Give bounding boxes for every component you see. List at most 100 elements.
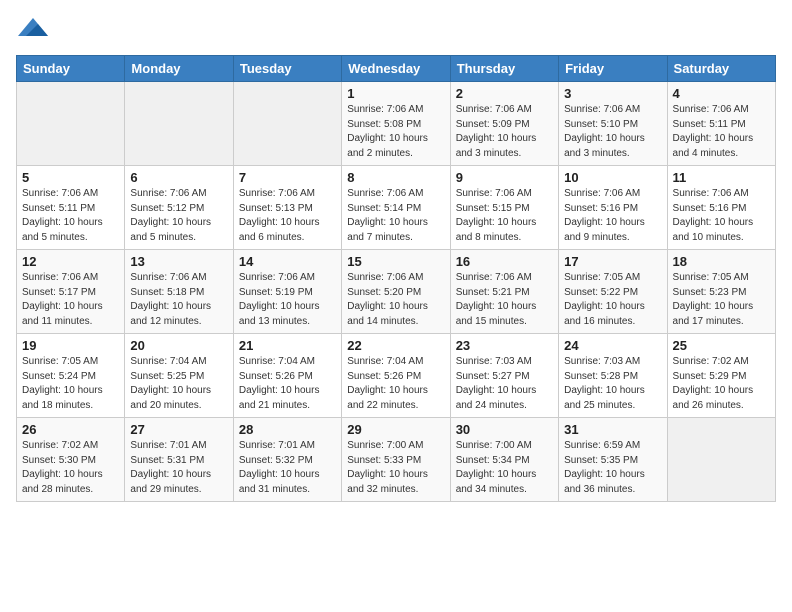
day-info: Sunrise: 7:06 AMSunset: 5:10 PMDaylight:… (564, 103, 661, 161)
day-info: Sunrise: 7:06 AMSunset: 5:18 PMDaylight:… (130, 271, 227, 329)
day-number: 3 (564, 86, 661, 101)
calendar-week-row: 19 Sunrise: 7:05 AMSunset: 5:24 PMDayligh… (17, 334, 776, 418)
weekday-header-sunday: Sunday (17, 56, 125, 82)
day-number: 27 (130, 422, 227, 437)
calendar-cell: 25 Sunrise: 7:02 AMSunset: 5:29 PMDayligh… (667, 334, 775, 418)
weekday-header-saturday: Saturday (667, 56, 775, 82)
weekday-header-friday: Friday (559, 56, 667, 82)
day-info: Sunrise: 7:06 AMSunset: 5:16 PMDaylight:… (564, 187, 661, 245)
day-number: 20 (130, 338, 227, 353)
day-number: 26 (22, 422, 119, 437)
calendar-cell: 23 Sunrise: 7:03 AMSunset: 5:27 PMDayligh… (450, 334, 558, 418)
calendar-week-row: 12 Sunrise: 7:06 AMSunset: 5:17 PMDayligh… (17, 250, 776, 334)
calendar-cell: 14Sunrise: 7:06 AMSunset: 5:19 PMDayligh… (233, 250, 341, 334)
day-info: Sunrise: 7:00 AMSunset: 5:33 PMDaylight:… (347, 439, 444, 497)
day-number: 16 (456, 254, 553, 269)
day-info: Sunrise: 7:00 AMSunset: 5:34 PMDaylight:… (456, 439, 553, 497)
calendar-cell: 27 Sunrise: 7:01 AMSunset: 5:31 PMDayligh… (125, 418, 233, 502)
day-info: Sunrise: 7:06 AMSunset: 5:12 PMDaylight:… (130, 187, 227, 245)
calendar-cell: 8 Sunrise: 7:06 AMSunset: 5:14 PMDaylight… (342, 166, 450, 250)
calendar-cell: 11 Sunrise: 7:06 AMSunset: 5:16 PMDayligh… (667, 166, 775, 250)
day-number: 7 (239, 170, 336, 185)
day-number: 4 (673, 86, 770, 101)
day-info: Sunrise: 7:05 AMSunset: 5:24 PMDaylight:… (22, 355, 119, 413)
day-info: Sunrise: 7:06 AMSunset: 5:11 PMDaylight:… (22, 187, 119, 245)
day-info: Sunrise: 7:02 AMSunset: 5:30 PMDaylight:… (22, 439, 119, 497)
calendar-cell: 5 Sunrise: 7:06 AMSunset: 5:11 PMDaylight… (17, 166, 125, 250)
day-number: 30 (456, 422, 553, 437)
weekday-header-tuesday: Tuesday (233, 56, 341, 82)
calendar-cell: 31 Sunrise: 6:59 AMSunset: 5:35 PMDayligh… (559, 418, 667, 502)
calendar-cell (125, 82, 233, 166)
weekday-header-wednesday: Wednesday (342, 56, 450, 82)
day-number: 13 (130, 254, 227, 269)
day-number: 5 (22, 170, 119, 185)
calendar-cell: 13 Sunrise: 7:06 AMSunset: 5:18 PMDayligh… (125, 250, 233, 334)
calendar-cell: 7Sunrise: 7:06 AMSunset: 5:13 PMDaylight… (233, 166, 341, 250)
logo-icon (18, 16, 48, 40)
calendar-cell: 3 Sunrise: 7:06 AMSunset: 5:10 PMDaylight… (559, 82, 667, 166)
day-info: Sunrise: 7:06 AMSunset: 5:14 PMDaylight:… (347, 187, 444, 245)
calendar-cell: 22 Sunrise: 7:04 AMSunset: 5:26 PMDayligh… (342, 334, 450, 418)
day-info: Sunrise: 7:06 AMSunset: 5:17 PMDaylight:… (22, 271, 119, 329)
day-info: Sunrise: 7:04 AMSunset: 5:25 PMDaylight:… (130, 355, 227, 413)
calendar-cell (667, 418, 775, 502)
day-info: Sunrise: 7:05 AMSunset: 5:23 PMDaylight:… (673, 271, 770, 329)
day-info: Sunrise: 6:59 AMSunset: 5:35 PMDaylight:… (564, 439, 661, 497)
calendar-cell: 6 Sunrise: 7:06 AMSunset: 5:12 PMDaylight… (125, 166, 233, 250)
day-info: Sunrise: 7:04 AMSunset: 5:26 PMDaylight:… (239, 355, 336, 413)
day-number: 11 (673, 170, 770, 185)
day-info: Sunrise: 7:06 AMSunset: 5:16 PMDaylight:… (673, 187, 770, 245)
calendar-cell: 12 Sunrise: 7:06 AMSunset: 5:17 PMDayligh… (17, 250, 125, 334)
day-info: Sunrise: 7:06 AMSunset: 5:08 PMDaylight:… (347, 103, 444, 161)
day-number: 18 (673, 254, 770, 269)
calendar-week-row: 1 Sunrise: 7:06 AMSunset: 5:08 PMDaylight… (17, 82, 776, 166)
calendar-cell: 26 Sunrise: 7:02 AMSunset: 5:30 PMDayligh… (17, 418, 125, 502)
calendar-table: SundayMondayTuesdayWednesdayThursdayFrid… (16, 55, 776, 502)
calendar-cell: 20 Sunrise: 7:04 AMSunset: 5:25 PMDayligh… (125, 334, 233, 418)
day-number: 28 (239, 422, 336, 437)
logo (16, 16, 48, 45)
calendar-cell: 1 Sunrise: 7:06 AMSunset: 5:08 PMDaylight… (342, 82, 450, 166)
day-info: Sunrise: 7:02 AMSunset: 5:29 PMDaylight:… (673, 355, 770, 413)
day-info: Sunrise: 7:01 AMSunset: 5:32 PMDaylight:… (239, 439, 336, 497)
day-number: 6 (130, 170, 227, 185)
calendar-cell: 4Sunrise: 7:06 AMSunset: 5:11 PMDaylight… (667, 82, 775, 166)
calendar-cell: 29Sunrise: 7:00 AMSunset: 5:33 PMDayligh… (342, 418, 450, 502)
day-number: 15 (347, 254, 444, 269)
day-info: Sunrise: 7:06 AMSunset: 5:20 PMDaylight:… (347, 271, 444, 329)
calendar-week-row: 26 Sunrise: 7:02 AMSunset: 5:30 PMDayligh… (17, 418, 776, 502)
day-number: 1 (347, 86, 444, 101)
calendar-cell: 21 Sunrise: 7:04 AMSunset: 5:26 PMDayligh… (233, 334, 341, 418)
day-number: 10 (564, 170, 661, 185)
day-number: 22 (347, 338, 444, 353)
calendar-cell: 10 Sunrise: 7:06 AMSunset: 5:16 PMDayligh… (559, 166, 667, 250)
day-info: Sunrise: 7:06 AMSunset: 5:19 PMDaylight:… (239, 271, 336, 329)
day-info: Sunrise: 7:03 AMSunset: 5:27 PMDaylight:… (456, 355, 553, 413)
calendar-cell: 28 Sunrise: 7:01 AMSunset: 5:32 PMDayligh… (233, 418, 341, 502)
day-number: 8 (347, 170, 444, 185)
calendar-cell (17, 82, 125, 166)
day-number: 17 (564, 254, 661, 269)
day-number: 2 (456, 86, 553, 101)
calendar-cell: 16 Sunrise: 7:06 AMSunset: 5:21 PMDayligh… (450, 250, 558, 334)
day-number: 23 (456, 338, 553, 353)
calendar-cell: 24Sunrise: 7:03 AMSunset: 5:28 PMDayligh… (559, 334, 667, 418)
calendar-cell: 15 Sunrise: 7:06 AMSunset: 5:20 PMDayligh… (342, 250, 450, 334)
day-number: 19 (22, 338, 119, 353)
day-number: 25 (673, 338, 770, 353)
day-number: 31 (564, 422, 661, 437)
day-number: 21 (239, 338, 336, 353)
day-info: Sunrise: 7:06 AMSunset: 5:21 PMDaylight:… (456, 271, 553, 329)
day-info: Sunrise: 7:04 AMSunset: 5:26 PMDaylight:… (347, 355, 444, 413)
calendar-cell: 17 Sunrise: 7:05 AMSunset: 5:22 PMDayligh… (559, 250, 667, 334)
day-number: 12 (22, 254, 119, 269)
weekday-header-thursday: Thursday (450, 56, 558, 82)
day-info: Sunrise: 7:05 AMSunset: 5:22 PMDaylight:… (564, 271, 661, 329)
day-info: Sunrise: 7:01 AMSunset: 5:31 PMDaylight:… (130, 439, 227, 497)
day-number: 24 (564, 338, 661, 353)
calendar-cell: 19 Sunrise: 7:05 AMSunset: 5:24 PMDayligh… (17, 334, 125, 418)
day-info: Sunrise: 7:06 AMSunset: 5:15 PMDaylight:… (456, 187, 553, 245)
day-info: Sunrise: 7:06 AMSunset: 5:09 PMDaylight:… (456, 103, 553, 161)
calendar-cell: 2 Sunrise: 7:06 AMSunset: 5:09 PMDaylight… (450, 82, 558, 166)
